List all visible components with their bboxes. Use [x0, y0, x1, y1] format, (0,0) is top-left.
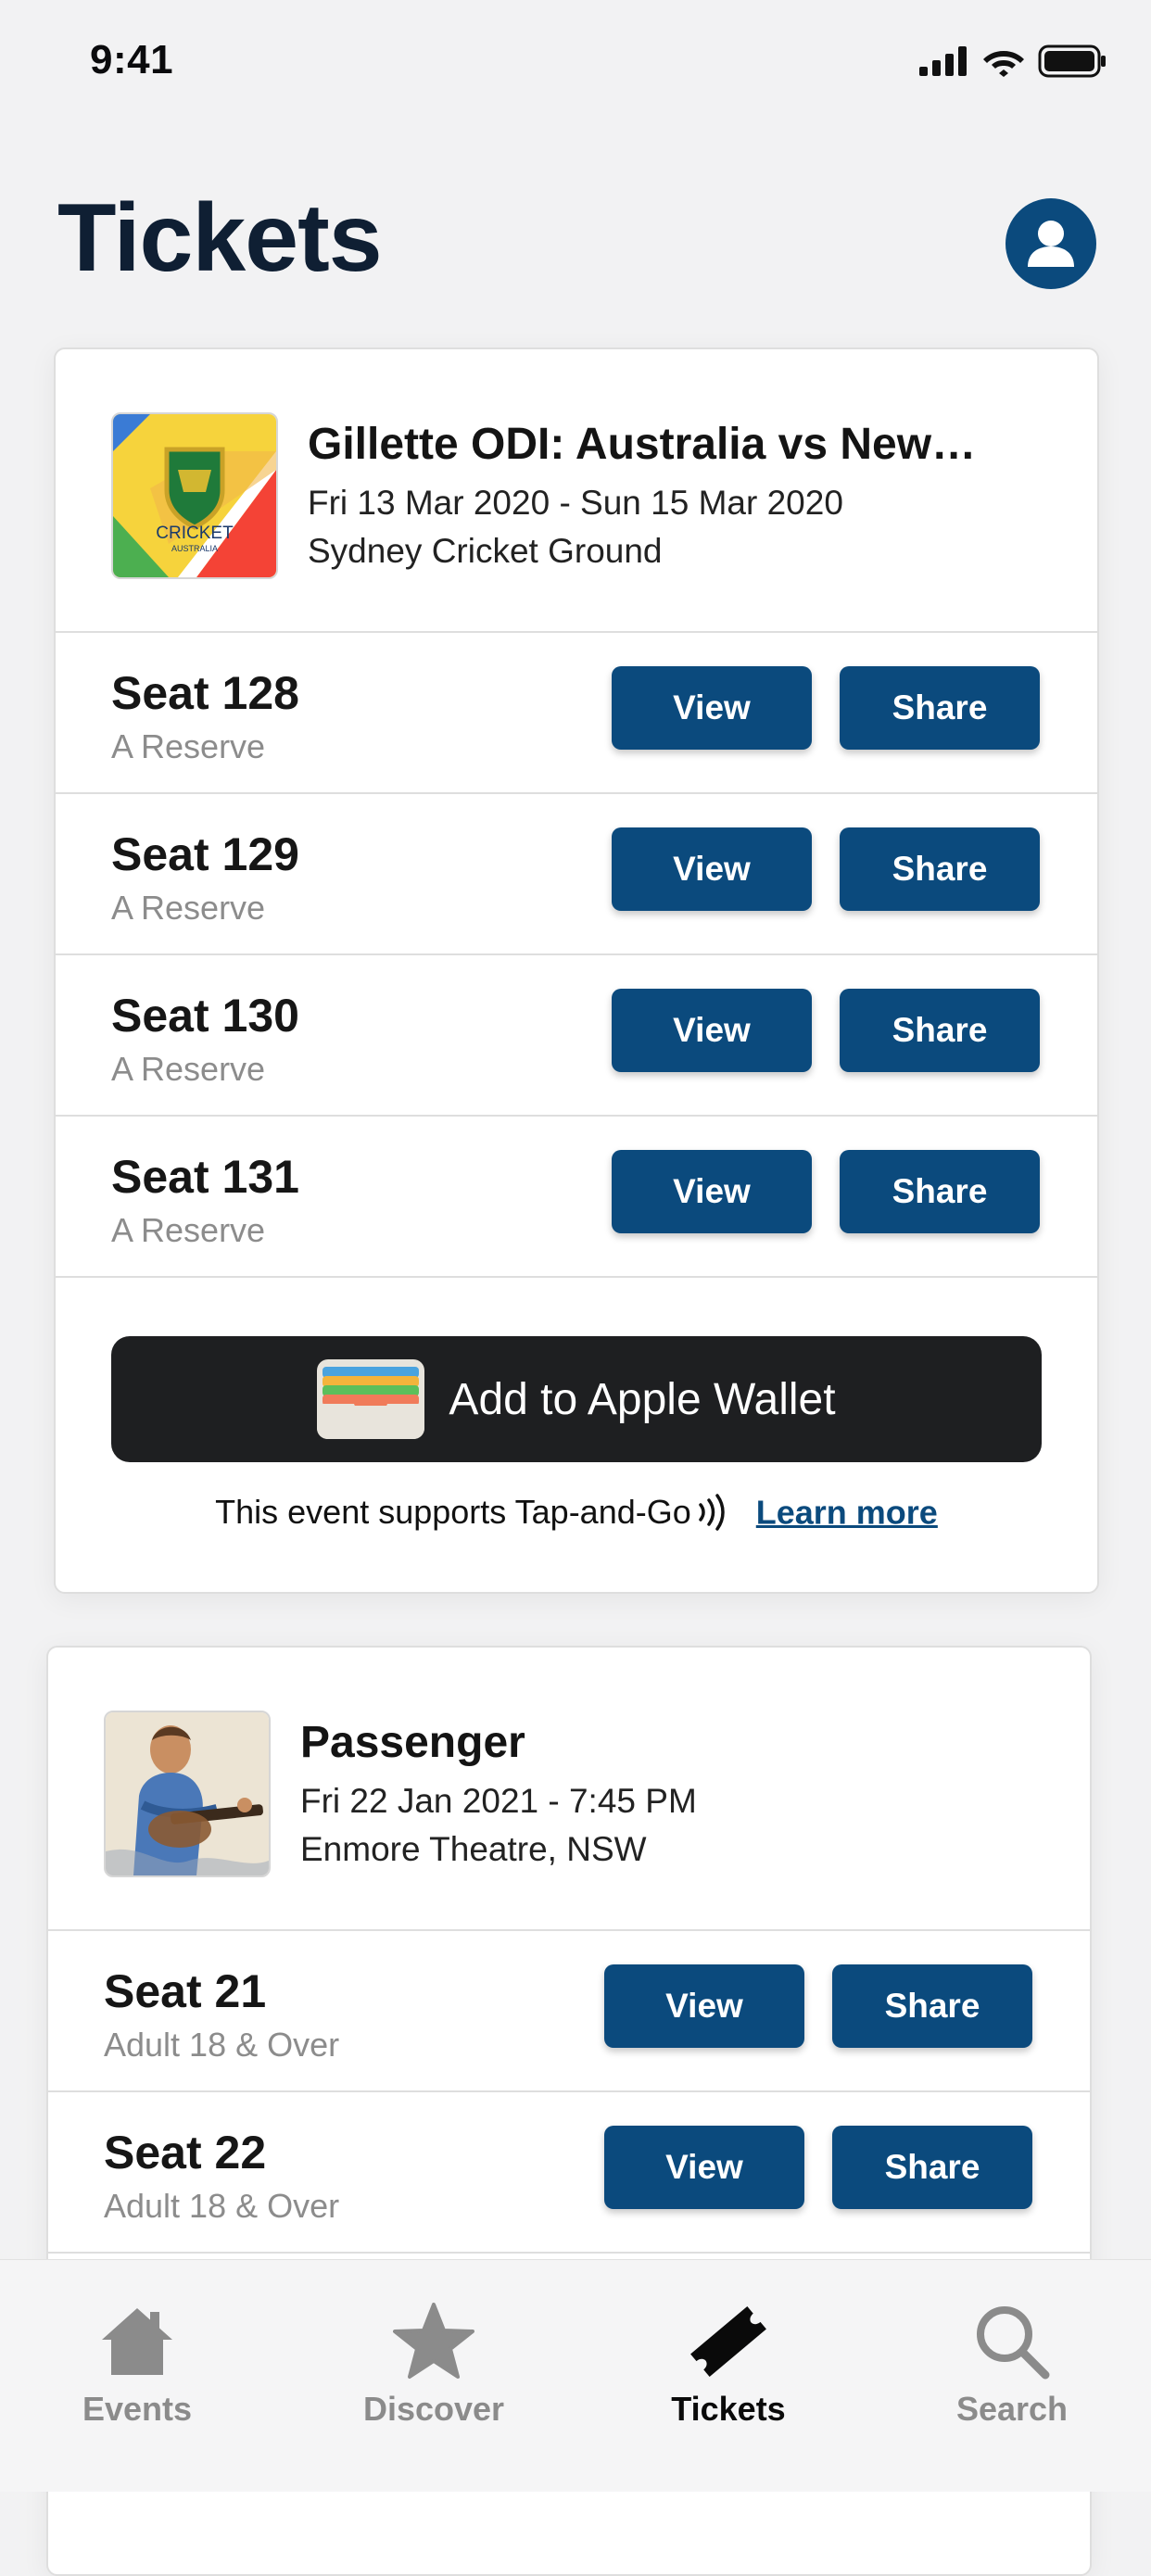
cricket-australia-logo: CRICKET AUSTRALIA [111, 412, 278, 579]
page-title: Tickets [57, 184, 383, 292]
learn-more-link[interactable]: Learn more [756, 1493, 938, 1531]
event-date: Fri 22 Jan 2021 - 7:45 PM [300, 1782, 697, 1820]
seat-label: Seat 131 [111, 1151, 299, 1203]
seat-label: Seat 21 [104, 1965, 267, 2017]
passenger-artwork [104, 1711, 271, 1877]
star-icon [393, 2303, 474, 2379]
seat-label: Seat 129 [111, 828, 299, 880]
event-date: Fri 13 Mar 2020 - Sun 15 Mar 2020 [308, 484, 843, 522]
tab-tickets[interactable]: Tickets [617, 2295, 840, 2429]
seat-label: Seat 128 [111, 667, 299, 719]
tab-bar: Events Discover Tickets Search [0, 2259, 1151, 2492]
seat-row: Seat 131 A Reserve View Share [56, 1117, 1097, 1278]
seat-row: Seat 22 Adult 18 & Over View Share [48, 2092, 1090, 2254]
home-icon [102, 2308, 172, 2375]
event-header[interactable]: Passenger Fri 22 Jan 2021 - 7:45 PM Enmo… [48, 1648, 1090, 1931]
share-button[interactable]: Share [840, 989, 1040, 1072]
status-icons [919, 44, 1107, 78]
ticket-icon [690, 2306, 766, 2377]
seat-type: A Reserve [111, 1211, 266, 1249]
seat-label: Seat 130 [111, 990, 299, 1042]
wifi-icon [983, 51, 1024, 77]
seat-row: Seat 21 Adult 18 & Over View Share [48, 1931, 1090, 2092]
logo-subtext: AUSTRALIA [171, 544, 218, 553]
tab-search[interactable]: Search [901, 2295, 1123, 2429]
view-button[interactable]: View [612, 989, 812, 1072]
tab-label: Search [955, 2390, 1069, 2428]
share-button[interactable]: Share [840, 666, 1040, 750]
view-button[interactable]: View [612, 666, 812, 750]
event-venue: Enmore Theatre, NSW [300, 1830, 647, 1868]
tap-and-go-text: This event supports Tap-and-Go [215, 1493, 691, 1532]
signal-icon [919, 46, 967, 76]
wallet-label: Add to Apple Wallet [449, 1374, 836, 1424]
seat-row: Seat 128 A Reserve View Share [56, 633, 1097, 794]
add-to-apple-wallet-button[interactable]: Add to Apple Wallet [111, 1336, 1042, 1462]
seat-label: Seat 22 [104, 2127, 267, 2178]
tab-label: Events [82, 2390, 193, 2428]
share-button[interactable]: Share [840, 827, 1040, 911]
seat-row: Seat 129 A Reserve View Share [56, 794, 1097, 955]
seat-row: Seat 130 A Reserve View Share [56, 955, 1097, 1117]
event-venue: Sydney Cricket Ground [308, 532, 663, 570]
seat-type: Adult 18 & Over [104, 2026, 340, 2064]
status-bar: 9:41 [0, 0, 1151, 125]
event-title: Gillette ODI: Australia vs New… [308, 420, 977, 469]
tab-label: Tickets [671, 2390, 786, 2428]
share-button[interactable]: Share [832, 2126, 1032, 2209]
tab-discover[interactable]: Discover [323, 2295, 545, 2429]
status-time: 9:41 [90, 37, 174, 82]
seat-type: A Reserve [111, 1050, 266, 1088]
view-button[interactable]: View [612, 827, 812, 911]
tab-events[interactable]: Events [26, 2295, 248, 2429]
wallet-icon [317, 1359, 425, 1439]
view-button[interactable]: View [604, 2126, 804, 2209]
event-title: Passenger [300, 1718, 525, 1767]
event-header[interactable]: CRICKET AUSTRALIA Gillette ODI: Australi… [56, 349, 1097, 633]
battery-icon [1038, 44, 1106, 78]
seat-type: A Reserve [111, 889, 266, 927]
contactless-icon [699, 1494, 725, 1532]
profile-button[interactable] [1006, 198, 1096, 289]
view-button[interactable]: View [612, 1150, 812, 1233]
search-icon [977, 2306, 1050, 2380]
tab-label: Discover [362, 2390, 505, 2428]
user-icon [1028, 221, 1074, 267]
share-button[interactable]: Share [832, 1964, 1032, 2048]
seat-type: A Reserve [111, 727, 266, 765]
logo-text: CRICKET [156, 524, 234, 543]
tap-and-go-note: This event supports Tap-and-Go Learn mor… [56, 1491, 1097, 1533]
event-card: CRICKET AUSTRALIA Gillette ODI: Australi… [54, 347, 1099, 1594]
view-button[interactable]: View [604, 1964, 804, 2048]
seat-type: Adult 18 & Over [104, 2187, 340, 2225]
share-button[interactable]: Share [840, 1150, 1040, 1233]
